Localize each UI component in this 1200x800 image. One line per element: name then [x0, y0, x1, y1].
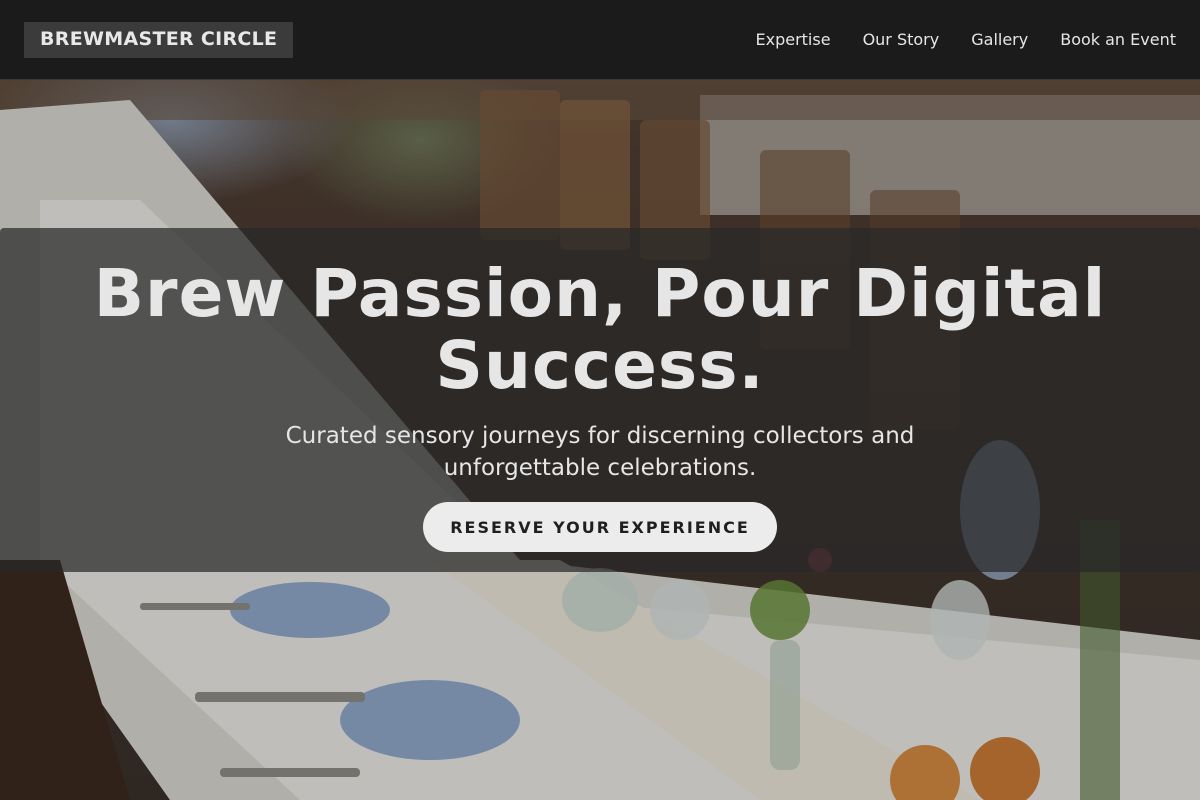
hero-subtitle: Curated sensory journeys for discerning …: [285, 423, 915, 481]
brand-logo[interactable]: BREWMASTER CIRCLE: [24, 21, 294, 58]
reserve-experience-button[interactable]: RESERVE YOUR EXPERIENCE: [423, 502, 777, 552]
nav-link-our-story[interactable]: Our Story: [863, 30, 940, 49]
nav-link-expertise[interactable]: Expertise: [756, 30, 831, 49]
nav-link-book-event[interactable]: Book an Event: [1060, 30, 1176, 49]
hero-title: Brew Passion, Pour Digital Success.: [93, 255, 1107, 404]
main-nav: Expertise Our Story Gallery Book an Even…: [756, 30, 1177, 49]
hero-panel: Brew Passion, Pour Digital Success. Cura…: [0, 228, 1200, 572]
nav-link-gallery[interactable]: Gallery: [971, 30, 1028, 49]
top-navbar: BREWMASTER CIRCLE Expertise Our Story Ga…: [0, 0, 1200, 80]
